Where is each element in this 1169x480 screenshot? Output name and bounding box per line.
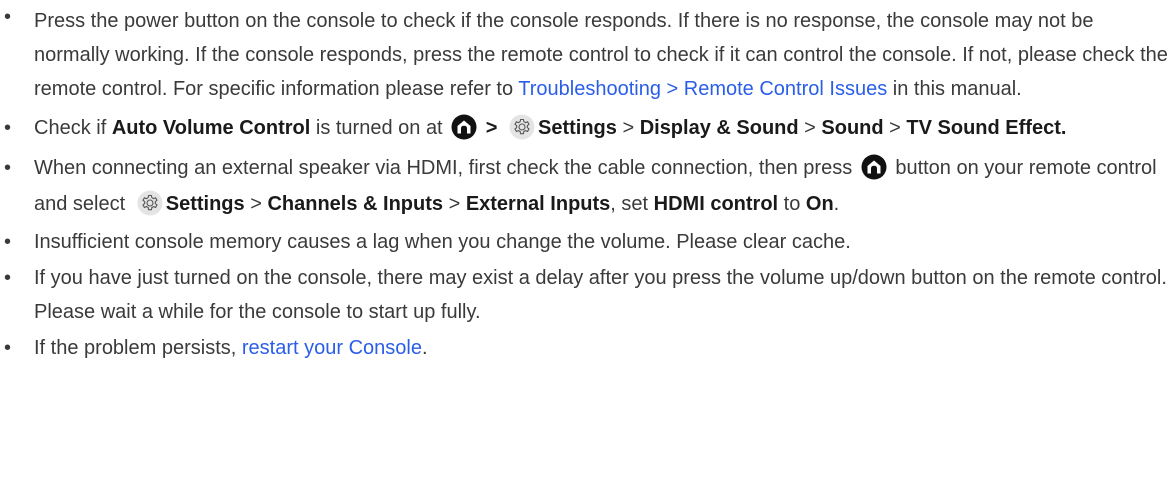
item-text: , set <box>610 193 654 215</box>
display-sound-label: Display & Sound <box>639 117 799 139</box>
path-separator: > <box>883 117 907 139</box>
hdmi-control-label: HDMI control <box>653 193 779 215</box>
item-text: Check if <box>34 117 112 139</box>
auto-volume-control-label: Auto Volume Control <box>111 117 311 139</box>
bullet-item-external-speaker: When connecting an external speaker via … <box>0 150 1169 222</box>
bullet-item-startup-delay: If you have just turned on the console, … <box>0 261 1169 329</box>
gear-icon <box>137 190 163 216</box>
tv-sound-effect-label: TV Sound Effect. <box>906 117 1067 139</box>
on-label: On <box>805 193 834 215</box>
path-separator: > <box>244 193 268 215</box>
item-text: Insufficient console memory causes a lag… <box>34 231 851 253</box>
bullet-item-power-check: Press the power button on the console to… <box>0 0 1169 106</box>
item-text: When connecting an external speaker via … <box>34 157 858 179</box>
item-text: . <box>833 193 840 215</box>
troubleshooting-bullet-list: Press the power button on the console to… <box>0 0 1169 365</box>
gear-icon <box>509 114 535 140</box>
item-text: is turned on at <box>310 117 449 139</box>
bullet-item-auto-volume: Check if Auto Volume Control is turned o… <box>0 111 1169 145</box>
path-separator: > <box>443 193 466 215</box>
item-text: If the problem persists, <box>34 337 242 359</box>
settings-label: Settings <box>537 117 617 139</box>
path-separator: > <box>616 117 640 139</box>
settings-label: Settings <box>165 193 245 215</box>
item-text: . <box>421 337 428 359</box>
item-text: in this manual. <box>887 78 1022 100</box>
sound-label: Sound <box>821 117 884 139</box>
item-text: If you have just turned on the console, … <box>34 267 1167 323</box>
bullet-item-memory: Insufficient console memory causes a lag… <box>0 225 1169 259</box>
path-separator: > <box>798 117 822 139</box>
bullet-item-restart: If the problem persists, restart your Co… <box>0 331 1169 365</box>
home-icon <box>451 114 477 140</box>
restart-console-link[interactable]: restart your Console <box>242 337 422 359</box>
external-inputs-label: External Inputs <box>465 193 611 215</box>
item-text: to <box>778 193 806 215</box>
path-separator: > <box>480 117 503 139</box>
home-icon <box>861 154 887 180</box>
remote-control-issues-link[interactable]: Troubleshooting > Remote Control Issues <box>518 78 887 100</box>
channels-inputs-label: Channels & Inputs <box>267 193 444 215</box>
